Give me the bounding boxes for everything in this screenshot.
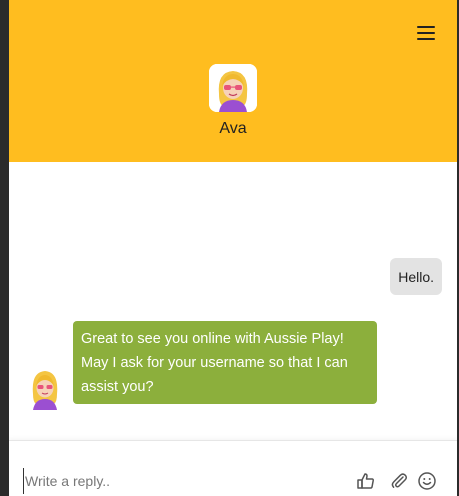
agent-name: Ava <box>219 120 247 137</box>
agent-message-bubble: Great to see you online with Aussie Play… <box>73 321 377 404</box>
smiley-icon[interactable] <box>417 471 437 491</box>
agent-avatar <box>209 64 257 112</box>
agent-message-avatar <box>29 368 61 410</box>
hamburger-menu-icon[interactable] <box>417 26 435 40</box>
chat-widget: Ava Hello. Great to see you online with … <box>9 0 457 496</box>
reply-input[interactable] <box>23 468 327 494</box>
user-message-bubble: Hello. <box>390 258 442 295</box>
paperclip-icon[interactable] <box>389 471 409 491</box>
chat-header: Ava <box>9 0 457 162</box>
message-list: Hello. Great to see you online with Auss… <box>9 162 457 440</box>
thumbs-up-icon[interactable] <box>356 471 376 491</box>
reply-composer <box>9 440 457 496</box>
agent-avatar-icon <box>209 64 257 112</box>
agent-avatar-icon <box>32 371 58 410</box>
